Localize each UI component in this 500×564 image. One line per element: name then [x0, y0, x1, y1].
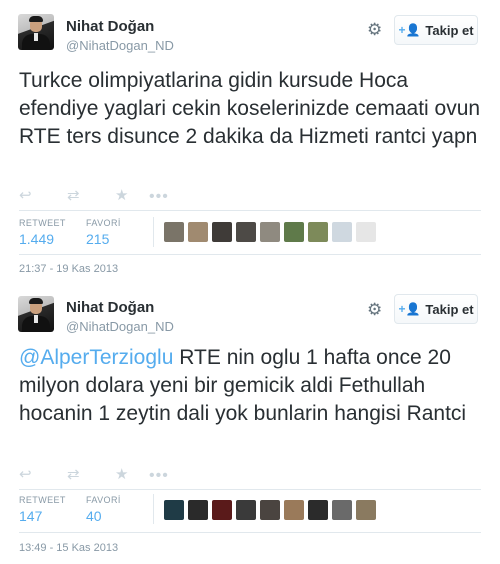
- mention-link[interactable]: @AlperTerzioglu: [19, 346, 173, 369]
- favoriter-avatar[interactable]: [188, 500, 208, 520]
- favoriter-avatar[interactable]: [332, 500, 352, 520]
- author-handle[interactable]: @NihatDogan_ND: [66, 38, 174, 53]
- favoriter-avatar[interactable]: [332, 222, 352, 242]
- favoriter-avatar[interactable]: [212, 222, 232, 242]
- tweet-text: Turkce olimpiyatlarina gidin kursude Hoc…: [19, 67, 489, 151]
- avatar-hair: [29, 298, 43, 304]
- divider: [19, 210, 481, 211]
- retweet-icon[interactable]: ⇄: [67, 188, 115, 204]
- person-plus-icon: +👤: [398, 302, 421, 316]
- favoriter-avatar[interactable]: [284, 500, 304, 520]
- divider: [19, 489, 481, 490]
- author-name[interactable]: Nihat Doğan: [66, 299, 154, 316]
- favorite-label[interactable]: FAVORİ: [86, 218, 121, 228]
- favoriters-avatars: [164, 500, 376, 520]
- tweet: Nihat Doğan @NihatDogan_ND ⚙ +👤 Takip et…: [0, 0, 500, 282]
- divider: [19, 254, 481, 255]
- retweet-label[interactable]: RETWEET: [19, 218, 66, 228]
- reply-icon[interactable]: ↩: [19, 188, 67, 204]
- timestamp[interactable]: 21:37 - 19 Kas 2013: [19, 263, 118, 275]
- favoriter-avatar[interactable]: [260, 500, 280, 520]
- retweet-label[interactable]: RETWEET: [19, 495, 66, 505]
- more-dots-icon[interactable]: •••: [149, 468, 169, 484]
- favoriter-avatar[interactable]: [260, 222, 280, 242]
- follow-label: Takip et: [425, 22, 474, 38]
- favorite-count[interactable]: 215: [86, 231, 109, 247]
- avatar[interactable]: [18, 296, 54, 332]
- avatar-shirt: [34, 315, 38, 323]
- tweet-actions: ↩ ⇄ ★: [19, 467, 163, 483]
- tweet-actions: ↩ ⇄ ★: [19, 188, 163, 204]
- favoriter-avatar[interactable]: [164, 222, 184, 242]
- person-plus-icon: +👤: [398, 23, 421, 37]
- favoriter-avatar[interactable]: [164, 500, 184, 520]
- divider: [19, 532, 481, 533]
- favoriter-avatar[interactable]: [236, 222, 256, 242]
- author-name[interactable]: Nihat Doğan: [66, 18, 154, 35]
- stats-separator: [153, 217, 154, 247]
- follow-label: Takip et: [425, 301, 474, 317]
- favoriter-avatar[interactable]: [236, 500, 256, 520]
- follow-button[interactable]: +👤 Takip et: [394, 15, 478, 45]
- avatar-shirt: [34, 33, 38, 41]
- tweet: Nihat Doğan @NihatDogan_ND ⚙ +👤 Takip et…: [0, 282, 500, 564]
- gear-icon[interactable]: ⚙: [367, 21, 383, 38]
- favoriter-avatar[interactable]: [284, 222, 304, 242]
- favoriter-avatar[interactable]: [308, 500, 328, 520]
- more-dots-icon[interactable]: •••: [149, 189, 169, 205]
- favorite-count[interactable]: 40: [86, 508, 102, 524]
- author-handle[interactable]: @NihatDogan_ND: [66, 319, 174, 334]
- stats-separator: [153, 494, 154, 524]
- favoriters-avatars: [164, 222, 376, 242]
- avatar[interactable]: [18, 14, 54, 50]
- favoriter-avatar[interactable]: [212, 500, 232, 520]
- avatar-hair: [29, 16, 43, 22]
- timestamp[interactable]: 13:49 - 15 Kas 2013: [19, 542, 118, 554]
- favorite-label[interactable]: FAVORİ: [86, 495, 121, 505]
- retweet-icon[interactable]: ⇄: [67, 467, 115, 483]
- retweet-count[interactable]: 1.449: [19, 231, 54, 247]
- gear-icon[interactable]: ⚙: [367, 301, 383, 318]
- favoriter-avatar[interactable]: [188, 222, 208, 242]
- follow-button[interactable]: +👤 Takip et: [394, 294, 478, 324]
- tweet-body: Turkce olimpiyatlarina gidin kursude Hoc…: [19, 69, 481, 148]
- tweet-text: @AlperTerzioglu RTE nin oglu 1 hafta onc…: [19, 344, 489, 428]
- reply-icon[interactable]: ↩: [19, 467, 67, 483]
- favoriter-avatar[interactable]: [308, 222, 328, 242]
- retweet-count[interactable]: 147: [19, 508, 42, 524]
- favoriter-avatar[interactable]: [356, 500, 376, 520]
- favoriter-avatar[interactable]: [356, 222, 376, 242]
